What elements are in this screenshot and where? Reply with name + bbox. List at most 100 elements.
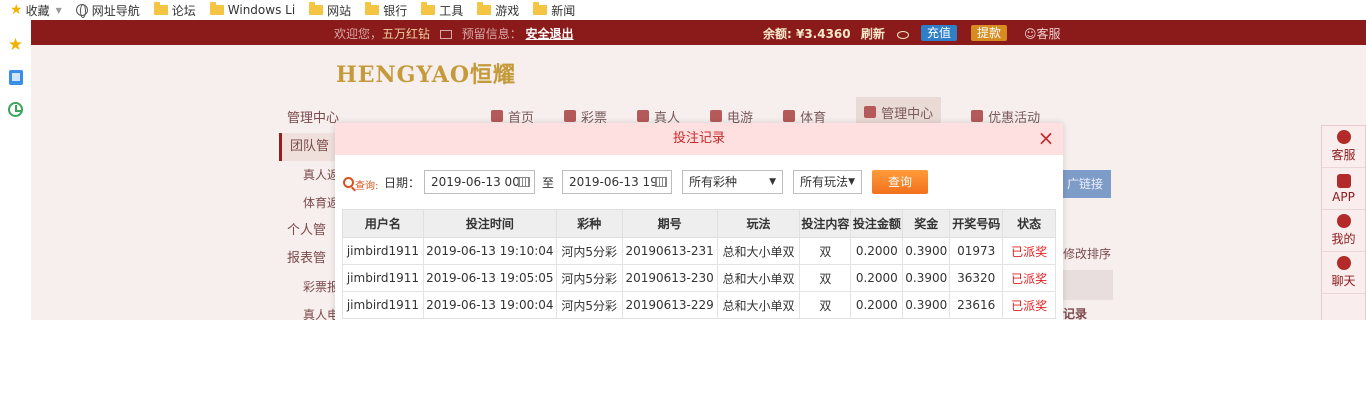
service-link[interactable]: ☺客服: [1024, 25, 1061, 42]
float-app[interactable]: APP: [1322, 168, 1365, 210]
cell-bet-time: 2019-06-13 19:05:05: [422, 264, 557, 292]
bookmark-folder-tools[interactable]: 工具: [421, 2, 463, 19]
float-chat[interactable]: 聊天: [1322, 252, 1365, 294]
bookmark-nav[interactable]: 网址导航: [75, 2, 140, 19]
cell-username: jimbird1911: [342, 291, 424, 319]
browser-window: ★ 收藏 ▼ 网址导航 论坛 Windows Li 网站 银行 工具 游戏 新闻…: [0, 0, 1366, 407]
column-header: 彩种: [555, 209, 623, 238]
headset-icon: [1336, 130, 1351, 144]
globe-icon: [75, 4, 88, 18]
cell-bet-time: 2019-06-13 19:10:04: [422, 237, 557, 265]
column-header: 开奖号码: [949, 209, 1004, 238]
date-label: 日期：: [384, 176, 421, 190]
chat-icon: [1336, 256, 1351, 270]
float-label: APP: [1332, 189, 1355, 204]
cell-amount: 0.2000: [850, 237, 904, 265]
calendar-icon[interactable]: [655, 177, 667, 187]
recharge-button[interactable]: 充值: [921, 25, 958, 41]
cell-draw-number: 01973: [949, 237, 1004, 265]
history-clock-icon[interactable]: [7, 101, 24, 118]
column-header: 期号: [621, 209, 718, 238]
bookmark-folder-sites[interactable]: 网站: [309, 2, 351, 19]
cell-username: jimbird1911: [342, 264, 424, 292]
service-label: 客服: [1036, 27, 1061, 41]
column-header: 玩法: [716, 209, 801, 238]
headset-icon: ☺: [1024, 27, 1037, 41]
modal-header: 投注记录 ×: [335, 123, 1063, 155]
lottery-select-value: 所有彩种: [689, 175, 738, 189]
welcome-area: 欢迎您，五万红钻 预留信息： 安全退出: [334, 25, 574, 42]
record-link[interactable]: 记录: [1063, 305, 1087, 320]
play-select-value: 所有玩法: [800, 175, 849, 189]
folder-icon: [309, 2, 324, 15]
mail-icon[interactable]: [439, 30, 452, 39]
folder-icon: [477, 2, 492, 15]
welcome-text: 欢迎您，: [334, 27, 383, 41]
bookmark-folder-forum[interactable]: 论坛: [153, 2, 196, 19]
eye-icon[interactable]: [897, 30, 910, 39]
bookmark-label: 新闻: [551, 3, 576, 18]
close-icon[interactable]: ×: [1037, 123, 1055, 155]
start-date-input[interactable]: 2019-06-13 00:: [424, 170, 535, 194]
cell-status[interactable]: 已派奖: [1002, 264, 1056, 292]
bookmark-folder-bank[interactable]: 银行: [365, 2, 407, 19]
chevron-down-icon[interactable]: ▼: [56, 6, 62, 15]
end-date-input[interactable]: 2019-06-13 19:: [562, 170, 672, 194]
cell-content: 双: [799, 264, 852, 292]
cell-amount: 0.2000: [850, 264, 904, 292]
star-icon: ★: [10, 2, 23, 18]
cell-prize: 0.3900: [902, 291, 951, 319]
cell-lottery: 河内5分彩: [555, 237, 623, 265]
cell-content: 双: [799, 291, 852, 319]
column-header: 投注时间: [422, 209, 557, 238]
live-icon: [637, 110, 650, 122]
float-mine[interactable]: 我的: [1322, 210, 1365, 252]
query-button[interactable]: 查询: [872, 170, 928, 194]
withdraw-button[interactable]: 提款: [971, 25, 1008, 41]
home-icon: [491, 110, 503, 122]
reading-list-icon[interactable]: [7, 69, 24, 86]
cell-amount: 0.2000: [850, 291, 904, 319]
favorites-star-icon[interactable]: ★: [7, 35, 24, 55]
bookmark-folder-windows[interactable]: Windows Li: [209, 2, 295, 17]
notice-label: 预留信息：: [461, 27, 522, 41]
search-icon: [343, 177, 354, 188]
bookmark-favorites[interactable]: ★ 收藏 ▼: [10, 2, 62, 19]
float-label: 我的: [1331, 232, 1356, 246]
cell-status[interactable]: 已派奖: [1002, 291, 1056, 319]
floating-sidebar: 客服 APP 我的 聊天: [1321, 125, 1366, 320]
float-service[interactable]: 客服: [1322, 126, 1365, 168]
nav-label: 管理中心: [881, 106, 934, 122]
bookmark-bar: ★ 收藏 ▼ 网址导航 论坛 Windows Li 网站 银行 工具 游戏 新闻: [0, 0, 1366, 20]
cell-status[interactable]: 已派奖: [1002, 237, 1056, 265]
float-label: 聊天: [1331, 274, 1356, 288]
bookmark-label: 工具: [439, 3, 464, 18]
cell-issue: 20190613-229: [621, 291, 718, 319]
float-label: 客服: [1331, 148, 1356, 162]
lottery-type-select[interactable]: 所有彩种 ▼: [682, 170, 783, 194]
site-logo[interactable]: HENGYAO恒耀: [336, 57, 516, 89]
bookmark-label: 网站: [327, 3, 352, 18]
refresh-link[interactable]: 刷新: [861, 27, 885, 41]
cell-play: 总和大小单双: [716, 264, 801, 292]
table-row: jimbird1911 2019-06-13 19:00:04 河内5分彩 20…: [342, 291, 1056, 319]
table-header-row: 用户名 投注时间 彩种 期号 玩法 投注内容 投注金额 奖金 开奖号码 状态: [342, 209, 1056, 238]
logout-link[interactable]: 安全退出: [526, 27, 574, 41]
calendar-icon[interactable]: [518, 177, 530, 187]
folder-icon: [153, 2, 168, 15]
cell-username: jimbird1911: [342, 237, 424, 265]
cell-content: 双: [799, 237, 852, 265]
sort-link[interactable]: 修改排序: [1063, 245, 1111, 262]
phone-icon: [1336, 173, 1351, 188]
bookmark-folder-games[interactable]: 游戏: [477, 2, 519, 19]
column-header: 投注内容: [799, 209, 852, 238]
cell-play: 总和大小单双: [716, 291, 801, 319]
query-label: 查询:: [355, 181, 379, 192]
bookmark-folder-news[interactable]: 新闻: [533, 2, 575, 19]
play-type-select[interactable]: 所有玩法 ▼: [793, 170, 862, 194]
user-group-icon: [864, 106, 877, 118]
cell-issue: 20190613-230: [621, 264, 718, 292]
cell-prize: 0.3900: [902, 237, 951, 265]
bet-records-table: 用户名 投注时间 彩种 期号 玩法 投注内容 投注金额 奖金 开奖号码 状态 j: [342, 209, 1056, 319]
balance-area: 余额: ¥3.4360 刷新: [763, 25, 910, 42]
